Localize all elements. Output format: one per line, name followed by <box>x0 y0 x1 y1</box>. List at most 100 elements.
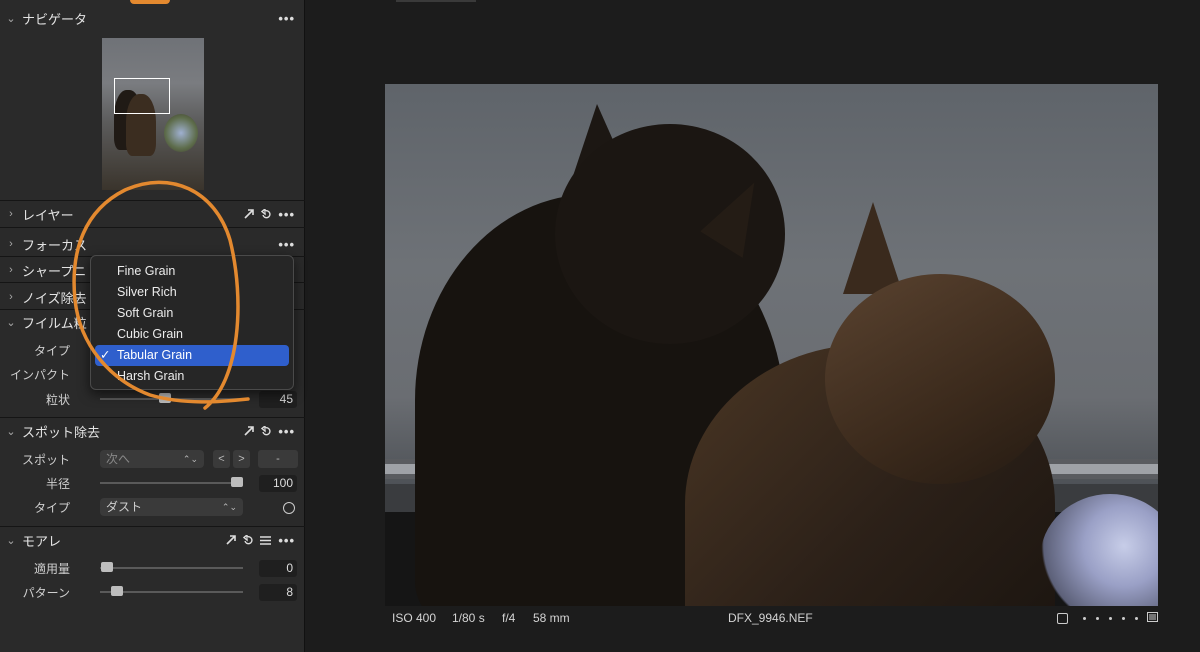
reset-icon[interactable] <box>261 209 271 219</box>
spot-type-row: タイプ ダスト ⌃⌄ <box>0 497 305 517</box>
navigator-thumbnail[interactable] <box>102 38 204 190</box>
copy-apply-icon[interactable] <box>244 426 255 436</box>
reset-icon[interactable] <box>261 426 271 436</box>
tab-indicator <box>130 0 170 4</box>
radius-value-field[interactable]: 100 <box>259 474 297 492</box>
image-info-bar: ISO 400 1/80 s f/4 58 mm DFX_9946.NEF <box>385 608 1158 628</box>
updown-icon: ⌃⌄ <box>221 502 237 512</box>
menu-item-tabular-grain[interactable]: ✓ Tabular Grain <box>95 345 289 366</box>
moire-pattern-value-field[interactable]: 8 <box>259 583 297 601</box>
spot-type-select[interactable]: ダスト ⌃⌄ <box>100 498 243 516</box>
section-header-navigator[interactable]: ⌄ ナビゲータ ••• <box>0 6 305 30</box>
chevron-down-icon[interactable]: ⌄ <box>0 12 22 25</box>
menu-item-soft-grain[interactable]: Soft Grain <box>95 303 289 324</box>
checkbox-icon[interactable] <box>1057 612 1068 624</box>
prev-spot-button[interactable]: < <box>213 450 230 468</box>
chevron-down-icon[interactable]: ⌄ <box>0 425 22 438</box>
spot-row: スポット 次へ ⌃⌄ < > - <box>0 449 305 469</box>
moire-amount-slider-track[interactable] <box>100 567 243 569</box>
section-title-layer: レイヤー <box>22 207 74 223</box>
divider <box>0 526 305 527</box>
rating-dot-icon[interactable] <box>1109 616 1112 620</box>
radius-slider-knob[interactable] <box>231 477 243 487</box>
updown-icon: ⌃⌄ <box>182 454 198 464</box>
spot-select[interactable]: 次へ ⌃⌄ <box>100 450 204 468</box>
section-header-spot-removal[interactable]: ⌄ スポット除去 ••• <box>0 419 305 443</box>
menu-item-label: Soft Grain <box>117 306 174 320</box>
menu-item-label: Cubic Grain <box>117 327 183 341</box>
reset-icon[interactable] <box>243 535 253 545</box>
film-grain-impact-label: インパクト <box>9 367 70 382</box>
divider <box>0 200 305 201</box>
section-header-focus[interactable]: › フォーカス ••• <box>0 232 305 256</box>
rating-dot-icon[interactable] <box>1083 616 1086 620</box>
grain-value-field[interactable]: 45 <box>259 390 297 408</box>
section-header-moire[interactable]: ⌄ モアレ ••• <box>0 528 305 552</box>
shutter-value: 1/80 s <box>452 611 485 625</box>
menu-item-label: Harsh Grain <box>117 369 185 383</box>
radius-slider-track[interactable] <box>100 482 243 484</box>
focal-length-value: 58 mm <box>533 611 570 625</box>
spot-select-value: 次へ <box>106 452 131 466</box>
moire-amount-slider-knob[interactable] <box>101 562 113 572</box>
moire-pattern-slider-knob[interactable] <box>111 586 124 596</box>
menu-item-label: Fine Grain <box>117 264 176 278</box>
main-photo[interactable] <box>385 84 1158 606</box>
section-title-navigator: ナビゲータ <box>22 11 88 27</box>
checkmark-icon: ✓ <box>100 348 111 362</box>
viewer-tab-edge <box>396 0 476 2</box>
presets-menu-icon[interactable] <box>260 535 272 545</box>
more-icon[interactable]: ••• <box>278 237 295 252</box>
section-title-spot-removal: スポット除去 <box>22 424 101 440</box>
more-icon[interactable]: ••• <box>278 533 295 548</box>
remove-spot-button[interactable]: - <box>258 450 298 468</box>
section-title-moire: モアレ <box>22 533 62 549</box>
spot-type-select-value: ダスト <box>106 500 143 514</box>
grain-slider-track[interactable] <box>100 398 243 400</box>
moire-amount-value-field[interactable]: 0 <box>259 559 297 577</box>
film-grain-type-label: タイプ <box>33 343 70 358</box>
file-name: DFX_9946.NEF <box>728 611 813 625</box>
more-icon[interactable]: ••• <box>278 11 295 26</box>
chevron-right-icon[interactable]: › <box>0 208 22 220</box>
menu-item-fine-grain[interactable]: Fine Grain <box>95 261 289 282</box>
spot-label: スポット <box>21 452 70 467</box>
chevron-right-icon[interactable]: › <box>0 291 22 303</box>
radius-row: 半径 100 <box>0 473 305 493</box>
navigator-view-frame[interactable] <box>114 78 170 114</box>
rating-dots[interactable] <box>1083 616 1138 620</box>
divider <box>0 417 305 418</box>
menu-item-label: Tabular Grain <box>117 348 193 362</box>
menu-item-silver-rich[interactable]: Silver Rich <box>95 282 289 303</box>
radius-label: 半径 <box>45 476 70 491</box>
section-header-layer[interactable]: › レイヤー ••• <box>0 202 305 226</box>
iso-value: ISO 400 <box>392 611 437 625</box>
menu-item-label: Silver Rich <box>117 285 177 299</box>
grain-slider-knob[interactable] <box>158 393 171 403</box>
rating-dot-icon[interactable] <box>1135 616 1138 620</box>
chevron-down-icon[interactable]: ⌄ <box>0 534 22 547</box>
photo-tortoise-cat-ear <box>843 202 903 294</box>
photo-tortoise-cat-head <box>825 274 1055 484</box>
copy-apply-icon[interactable] <box>226 535 237 545</box>
copy-apply-icon[interactable] <box>244 209 255 219</box>
moire-pattern-label: パターン <box>22 585 70 600</box>
chevron-down-icon[interactable]: ⌄ <box>0 316 22 329</box>
rating-dot-icon[interactable] <box>1122 616 1125 620</box>
more-icon[interactable]: ••• <box>278 207 295 222</box>
chevron-right-icon[interactable]: › <box>0 238 22 250</box>
info-panel-icon[interactable] <box>1147 611 1158 625</box>
moire-amount-row: 適用量 0 <box>0 558 305 578</box>
menu-item-cubic-grain[interactable]: Cubic Grain <box>95 324 289 345</box>
more-icon[interactable]: ••• <box>278 424 295 439</box>
film-grain-grain-label: 粒状 <box>45 392 70 407</box>
moire-amount-label: 適用量 <box>33 561 70 576</box>
menu-item-harsh-grain[interactable]: Harsh Grain <box>95 366 289 387</box>
spot-type-label: タイプ <box>33 500 70 515</box>
spot-circle-icon[interactable] <box>283 502 295 514</box>
film-grain-grain-row: 粒状 45 <box>0 389 305 409</box>
next-spot-button[interactable]: > <box>233 450 250 468</box>
grain-type-menu: Fine Grain Silver Rich Soft Grain Cubic … <box>90 255 294 390</box>
rating-dot-icon[interactable] <box>1096 616 1099 620</box>
chevron-right-icon[interactable]: › <box>0 264 22 276</box>
